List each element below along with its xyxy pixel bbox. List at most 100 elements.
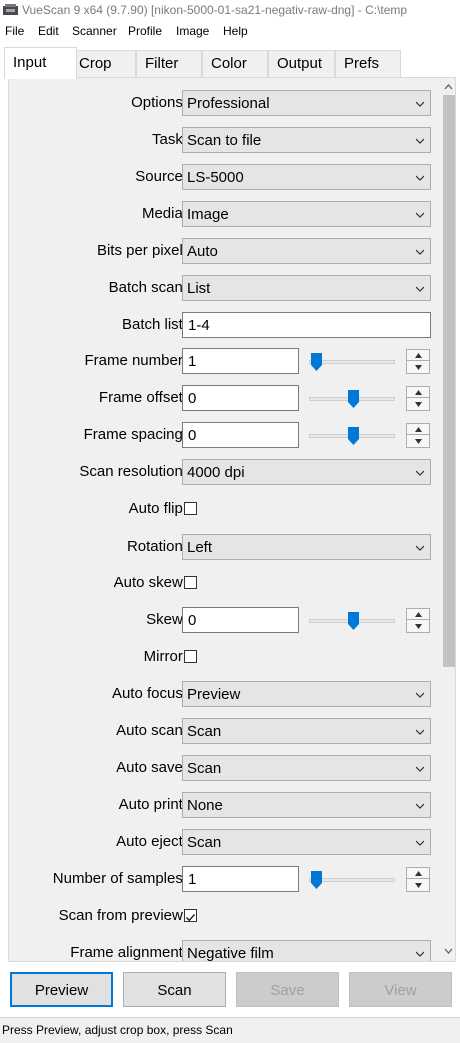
number-of-samples-slider[interactable] — [309, 868, 397, 890]
auto-eject-label: Auto eject: — [116, 833, 187, 850]
auto-eject-dropdown[interactable]: Scan — [182, 829, 431, 855]
row-mirror: Mirror: — [9, 640, 441, 674]
batch-scan-dropdown[interactable]: List — [182, 275, 431, 301]
row-auto-flip: Auto flip: — [9, 492, 441, 526]
frame-alignment-label: Frame alignment: — [70, 944, 187, 961]
scroll-up-icon[interactable] — [441, 80, 456, 94]
spin-down-button[interactable] — [407, 399, 429, 410]
auto-flip-label: Auto flip: — [128, 500, 187, 517]
scan-button[interactable]: Scan — [123, 972, 226, 1007]
spin-down-button[interactable] — [407, 362, 429, 373]
row-auto-save: Auto save: Scan — [9, 751, 441, 785]
auto-scan-dropdown[interactable]: Scan — [182, 718, 431, 744]
row-task: Task: Scan to file — [9, 123, 441, 157]
vertical-scrollbar[interactable] — [441, 78, 456, 961]
tab-filter[interactable]: Filter — [136, 50, 202, 78]
tab-prefs[interactable]: Prefs — [335, 50, 401, 78]
auto-print-dropdown[interactable]: None — [182, 792, 431, 818]
frame-offset-input[interactable]: 0 — [182, 385, 299, 411]
frame-number-slider[interactable] — [309, 350, 397, 372]
auto-save-dropdown[interactable]: Scan — [182, 755, 431, 781]
batch-scan-label: Batch scan: — [108, 279, 187, 296]
spin-up-button[interactable] — [407, 868, 429, 879]
batch-list-label: Batch list: — [121, 316, 187, 333]
frame-offset-spinner[interactable] — [406, 386, 430, 411]
menu-help[interactable]: Help — [223, 24, 248, 38]
auto-flip-checkbox[interactable] — [184, 502, 197, 515]
auto-skew-checkbox[interactable] — [184, 576, 197, 589]
spin-up-icon — [415, 353, 422, 358]
slider-thumb[interactable] — [348, 612, 359, 630]
scrollbar-thumb[interactable] — [443, 95, 455, 667]
options-dropdown[interactable]: Professional — [182, 90, 431, 116]
slider-thumb[interactable] — [311, 353, 322, 371]
slider-thumb[interactable] — [311, 871, 322, 889]
spin-up-button[interactable] — [407, 350, 429, 361]
spin-up-button[interactable] — [407, 387, 429, 398]
frame-spacing-input[interactable]: 0 — [182, 422, 299, 448]
menu-edit[interactable]: Edit — [38, 24, 59, 38]
frame-spacing-slider[interactable] — [309, 424, 397, 446]
chevron-down-icon — [416, 692, 424, 698]
auto-scan-label: Auto scan: — [116, 722, 187, 739]
spin-up-button[interactable] — [407, 424, 429, 435]
tab-output[interactable]: Output — [268, 50, 335, 78]
number-of-samples-spinner[interactable] — [406, 867, 430, 892]
options-value: Professional — [187, 95, 270, 112]
chevron-down-icon — [416, 138, 424, 144]
source-dropdown[interactable]: LS-5000 — [182, 164, 431, 190]
preview-button[interactable]: Preview — [10, 972, 113, 1007]
slider-thumb[interactable] — [348, 427, 359, 445]
chevron-down-icon — [416, 729, 424, 735]
spin-down-button[interactable] — [407, 880, 429, 891]
mirror-checkbox[interactable] — [184, 650, 197, 663]
batch-list-input[interactable]: 1-4 — [182, 312, 431, 338]
save-button[interactable]: Save — [236, 972, 339, 1007]
skew-input[interactable]: 0 — [182, 607, 299, 633]
frame-number-input[interactable]: 1 — [182, 348, 299, 374]
row-frame-spacing: Frame spacing: 0 — [9, 418, 441, 452]
menu-profile[interactable]: Profile — [128, 24, 162, 38]
tab-input[interactable]: Input — [4, 47, 77, 79]
frame-offset-slider[interactable] — [309, 387, 397, 409]
menu-scanner[interactable]: Scanner — [72, 24, 117, 38]
bits-per-pixel-dropdown[interactable]: Auto — [182, 238, 431, 264]
spin-down-icon — [415, 883, 422, 888]
tab-color[interactable]: Color — [202, 50, 268, 78]
view-button[interactable]: View — [349, 972, 452, 1007]
tab-crop[interactable]: Crop — [70, 50, 136, 78]
skew-label: Skew: — [146, 611, 187, 628]
frame-alignment-dropdown[interactable]: Negative film — [182, 940, 431, 961]
bits-per-pixel-value: Auto — [187, 243, 218, 260]
media-value: Image — [187, 206, 229, 223]
rotation-value: Left — [187, 539, 213, 556]
skew-spinner[interactable] — [406, 608, 430, 633]
scan-resolution-dropdown[interactable]: 4000 dpi — [182, 459, 431, 485]
scan-from-preview-checkbox[interactable] — [184, 909, 197, 922]
scroll-down-icon[interactable] — [441, 944, 456, 958]
menu-file[interactable]: File — [5, 24, 24, 38]
auto-skew-label: Auto skew: — [113, 574, 187, 591]
skew-slider[interactable] — [309, 609, 397, 631]
rotation-dropdown[interactable]: Left — [182, 534, 431, 560]
menu-image[interactable]: Image — [176, 24, 209, 38]
spin-down-button[interactable] — [407, 436, 429, 447]
number-of-samples-input[interactable]: 1 — [182, 866, 299, 892]
auto-scan-value: Scan — [187, 723, 222, 740]
frame-spacing-spinner[interactable] — [406, 423, 430, 448]
chevron-down-icon — [416, 840, 424, 846]
auto-focus-dropdown[interactable]: Preview — [182, 681, 431, 707]
frame-number-spinner[interactable] — [406, 349, 430, 374]
media-dropdown[interactable]: Image — [182, 201, 431, 227]
menu-bar: File Edit Scanner Profile Image Help — [0, 22, 460, 41]
spin-down-icon — [415, 624, 422, 629]
spin-down-button[interactable] — [407, 621, 429, 632]
task-dropdown[interactable]: Scan to file — [182, 127, 431, 153]
input-settings-panel: Options: Professional Task: Scan to file… — [8, 77, 456, 962]
number-of-samples-label: Number of samples: — [52, 870, 187, 887]
spin-up-button[interactable] — [407, 609, 429, 620]
spin-up-icon — [415, 390, 422, 395]
slider-thumb[interactable] — [348, 390, 359, 408]
source-value: LS-5000 — [187, 169, 244, 186]
row-options: Options: Professional — [9, 86, 441, 120]
